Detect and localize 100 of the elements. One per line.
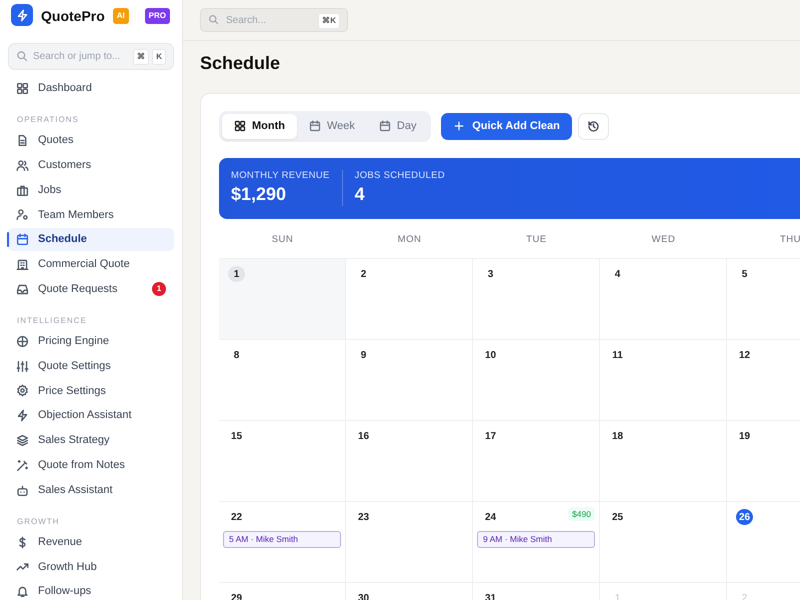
day-number: 5 — [740, 268, 748, 282]
weekday-label: SUN — [272, 234, 294, 244]
day-number: 2 — [360, 268, 368, 282]
layers-icon — [16, 434, 29, 447]
day-number: 16 — [356, 430, 370, 444]
day-cell[interactable]: 1 — [219, 258, 346, 338]
day-cell[interactable]: 18 — [600, 420, 727, 500]
calendar-icon — [378, 120, 391, 132]
nav-item[interactable]: Sales Strategy — [8, 428, 174, 452]
grid-icon — [234, 120, 246, 132]
nav-item[interactable]: Price Settings — [8, 379, 174, 402]
stat-value: 4 — [354, 183, 366, 206]
nav-item[interactable]: Quote Requests 1 — [8, 278, 174, 301]
day-number: 8 — [232, 348, 240, 362]
day-number: 24 — [484, 510, 498, 524]
day-cell[interactable]: 11 — [600, 338, 727, 420]
day-number: 19 — [738, 430, 752, 444]
day-number: 25 — [610, 510, 624, 524]
nav-item[interactable]: Growth Hub — [8, 555, 174, 578]
day-number: 22 — [230, 510, 244, 524]
day-number: 17 — [484, 430, 498, 444]
day-number: 23 — [356, 510, 370, 524]
day-cell[interactable]: 16 — [346, 420, 473, 500]
nav-item[interactable]: Jobs — [8, 178, 174, 202]
day-number: 4 — [614, 268, 622, 282]
robot-icon — [16, 484, 29, 497]
view-tab[interactable]: Week — [296, 114, 367, 138]
day-cell[interactable]: 10 — [473, 338, 600, 420]
search-icon — [208, 14, 219, 25]
day-cell[interactable]: 8 — [219, 338, 346, 420]
shortcut-key: ⌘ — [132, 49, 149, 65]
history-icon — [587, 120, 600, 133]
stat-value: $1,290 — [231, 183, 288, 206]
quick-add-button[interactable]: Quick Add Clean — [441, 112, 572, 140]
day-cell[interactable]: 9 — [346, 338, 473, 420]
section-heading: OPERATIONS — [16, 114, 80, 126]
nav-item[interactable]: Schedule — [8, 228, 174, 252]
grid-icon — [16, 82, 29, 95]
weekday-label: TUE — [526, 234, 547, 244]
lightning-icon — [16, 409, 29, 422]
day-number: 18 — [610, 430, 624, 444]
day-number: 26 — [736, 509, 753, 525]
gear-icon — [16, 384, 29, 398]
view-tab[interactable]: Month — [222, 114, 297, 138]
day-cell[interactable]: 22 5 AM · Mike Smith — [219, 500, 346, 582]
globe-icon — [16, 334, 29, 348]
nav-item[interactable]: Objection Assistant — [8, 404, 174, 428]
search-icon — [16, 50, 28, 62]
day-cell[interactable]: 2 — [346, 258, 473, 338]
day-cell[interactable]: 26 — [727, 500, 800, 582]
day-cell[interactable]: 12 — [727, 338, 800, 420]
nav-item[interactable]: Quote from Notes — [8, 454, 174, 477]
day-cell[interactable]: 17 — [473, 420, 600, 500]
nav-item[interactable]: Team Members — [8, 203, 174, 226]
nav-item[interactable]: Dashboard — [8, 77, 174, 100]
day-cell[interactable]: 5 — [727, 258, 800, 338]
nav-item[interactable]: Commercial Quote — [8, 252, 174, 276]
document-icon — [16, 134, 29, 147]
day-cell[interactable]: 3 — [473, 258, 600, 338]
day-cell[interactable]: 23 — [346, 500, 473, 582]
stat-label: JOBS SCHEDULED — [354, 170, 445, 182]
section-heading: INTELLIGENCE — [16, 314, 88, 327]
calendar-icon — [308, 120, 321, 132]
nav-item[interactable]: Customers — [8, 154, 174, 177]
weekday-label: MON — [398, 234, 422, 244]
bell-icon — [16, 585, 29, 598]
day-cell[interactable]: 19 — [727, 420, 800, 500]
view-tab[interactable]: Day — [366, 114, 428, 138]
users-icon — [16, 158, 29, 172]
revenue-badge: $490 — [568, 506, 595, 522]
plus-icon — [453, 120, 466, 132]
nav-item[interactable]: Sales Assistant — [8, 478, 174, 502]
day-cell[interactable]: 25 — [600, 500, 727, 582]
stat-label: MONTHLY REVENUE — [231, 170, 330, 182]
section-heading: GROWTH — [16, 516, 60, 528]
job-event[interactable]: 5 AM · Mike Smith — [223, 531, 341, 548]
nav-item[interactable]: Revenue — [8, 530, 174, 554]
day-number: 11 — [611, 348, 624, 362]
day-number: 10 — [484, 348, 498, 362]
plan-badge: PRO — [144, 8, 170, 24]
briefcase-icon — [16, 184, 29, 197]
shortcut-key: ⌘K — [318, 13, 340, 29]
sliders-icon — [16, 360, 29, 373]
inbox-icon — [16, 282, 29, 296]
history-button[interactable] — [578, 112, 610, 140]
nav-item[interactable]: Follow-ups — [8, 580, 174, 600]
job-event[interactable]: 9 AM · Mike Smith — [477, 531, 595, 548]
nav-item[interactable]: Quotes — [8, 129, 174, 152]
brand-name: QuotePro — [41, 6, 105, 26]
count-badge: 1 — [152, 282, 166, 296]
nav-item[interactable]: Pricing Engine — [8, 330, 174, 353]
page-title: Schedule — [200, 52, 282, 75]
calendar-icon — [16, 233, 29, 246]
day-cell[interactable]: 4 — [600, 258, 727, 338]
day-number: 3 — [486, 268, 494, 282]
day-cell[interactable]: 15 — [219, 420, 346, 500]
nav-item[interactable]: Quote Settings — [8, 354, 174, 378]
day-cell[interactable]: 24 $490 9 AM · Mike Smith — [473, 500, 600, 582]
day-number: 1 — [228, 266, 245, 282]
wand-icon — [16, 458, 29, 472]
